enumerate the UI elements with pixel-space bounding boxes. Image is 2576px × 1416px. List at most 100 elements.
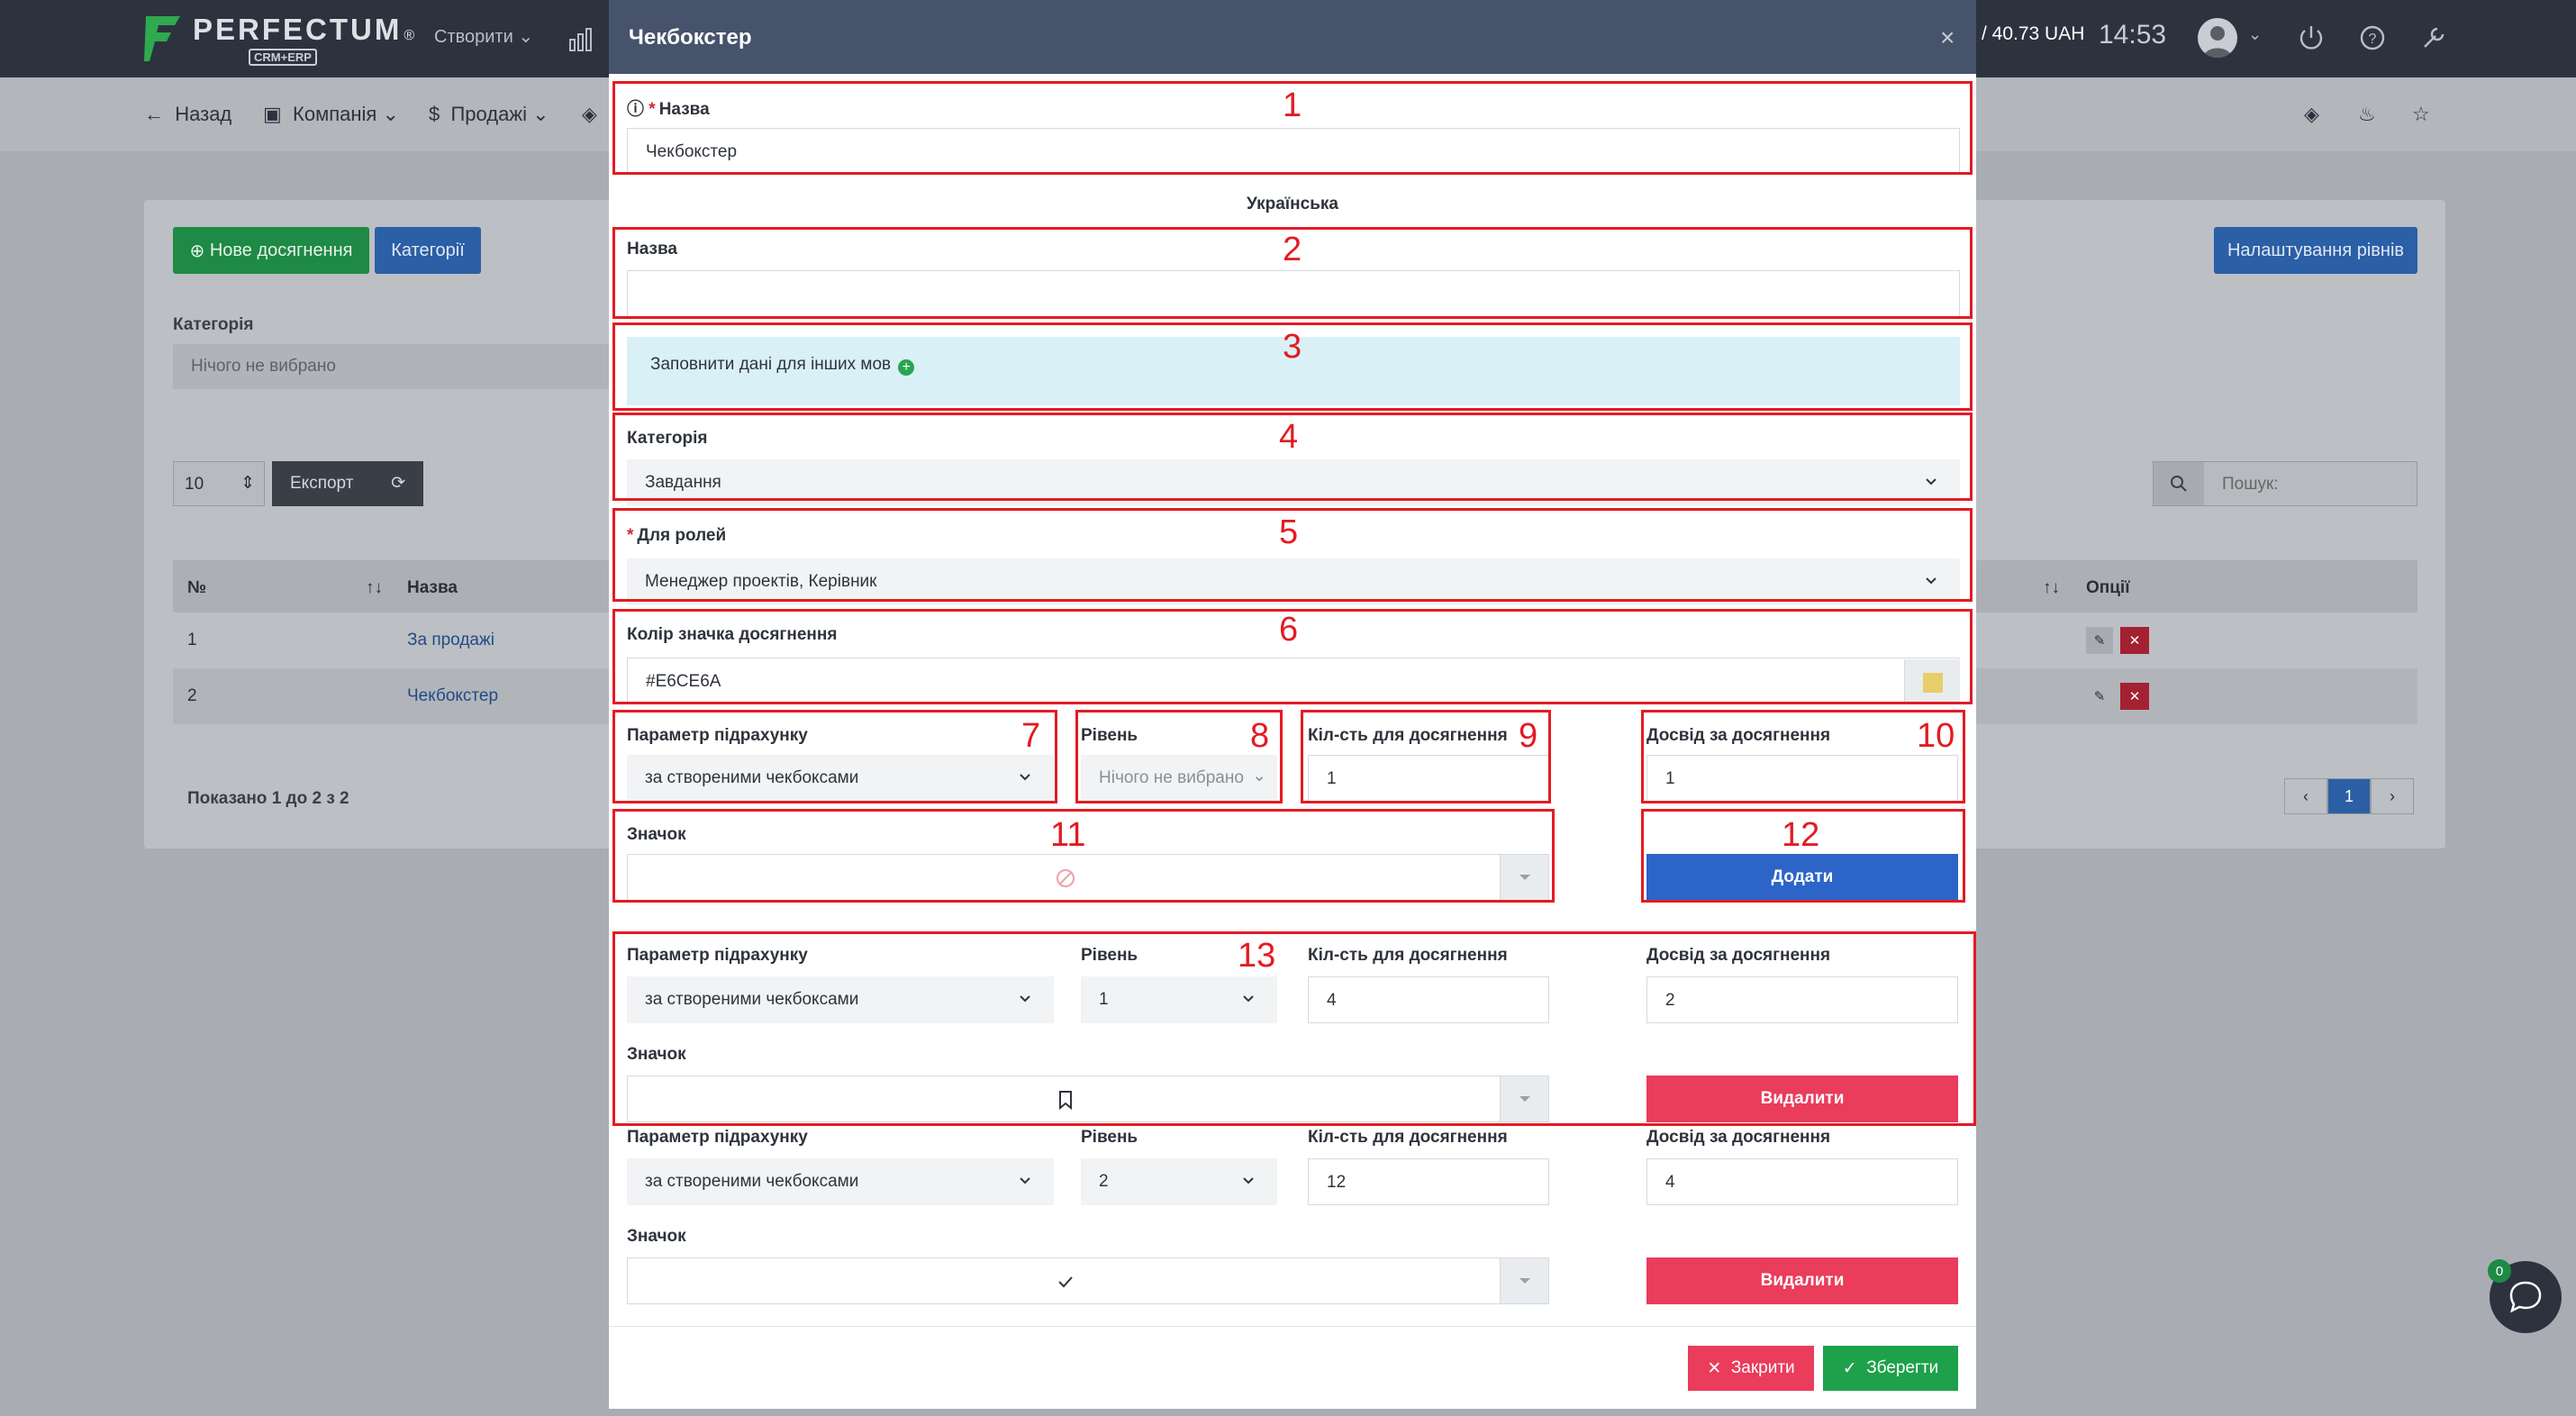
layers-icon[interactable]: ◈	[582, 103, 597, 126]
chat-badge: 0	[2488, 1259, 2511, 1283]
building-icon: ▣	[263, 103, 282, 125]
arrow-left-icon: ←	[144, 103, 164, 125]
layers-icon[interactable]: ◈	[2304, 103, 2319, 126]
edit-icon[interactable]: ✎	[2086, 683, 2113, 710]
annotation-box	[612, 931, 1976, 1126]
param-select[interactable]: за створеними чекбоксами	[627, 1158, 1054, 1205]
close-icon[interactable]: ×	[1940, 23, 1955, 52]
star-icon[interactable]: ☆	[2412, 103, 2430, 126]
levels-settings-button[interactable]: Налаштування рівнів	[2214, 227, 2417, 274]
count-input[interactable]: 12	[1308, 1158, 1549, 1205]
delete-icon[interactable]: ✕	[2120, 683, 2149, 710]
achievement-modal: Чекбокстер × ⓘ * Назва Чекбокстер Українс…	[609, 0, 1976, 1409]
chevron-down-icon	[1020, 1177, 1030, 1185]
annotation-box	[612, 710, 1057, 803]
chart-icon[interactable]	[567, 25, 594, 52]
level-label: Рівень	[1081, 1128, 1138, 1147]
sales-label: Продажі	[450, 103, 527, 125]
level-select[interactable]: 2	[1081, 1158, 1277, 1205]
col-name[interactable]: Назва	[407, 578, 458, 598]
xp-label: Досвід за досягнення	[1646, 1128, 1831, 1147]
logo[interactable]: PERFECTUM ® CRM+ERP	[144, 13, 414, 66]
fire-icon[interactable]: ♨	[2358, 103, 2376, 126]
logo-word: PERFECTUM	[193, 13, 403, 46]
category-filter-label: Категорія	[173, 315, 254, 334]
power-icon[interactable]	[2295, 22, 2327, 54]
categories-button[interactable]: Категорії	[375, 227, 481, 274]
annotation-number: 5	[1279, 513, 1299, 551]
modal-footer-divider	[609, 1326, 1976, 1327]
prev-page-button[interactable]: ‹	[2284, 778, 2327, 814]
sort-icon[interactable]: ↑↓	[2043, 578, 2060, 598]
language-heading: Українська	[1247, 195, 1338, 213]
logo-sub: CRM+ERP	[249, 49, 317, 66]
back-label: Назад	[175, 103, 232, 125]
search-icon	[2154, 462, 2204, 505]
balance: / 40.73 UAH	[1982, 23, 2085, 44]
check-icon: ✓	[1842, 1358, 1857, 1378]
create-label: Створити	[434, 27, 513, 47]
create-menu[interactable]: Створити ⌄	[434, 25, 533, 48]
annotation-number: 7	[1021, 717, 1041, 755]
annotation-number: 9	[1519, 717, 1538, 755]
sales-menu[interactable]: $ Продажі ⌄	[429, 103, 549, 126]
per-page-value: 10	[185, 475, 204, 494]
count-label: Кіл-сть для досягнення	[1308, 1128, 1508, 1147]
row-name-link[interactable]: За продажі	[407, 631, 494, 650]
save-button[interactable]: ✓ Зберегти	[1823, 1346, 1958, 1391]
annotation-number: 11	[1050, 816, 1086, 854]
icon-label: Значок	[627, 1227, 686, 1246]
param-label: Параметр підрахунку	[627, 1128, 808, 1147]
edit-icon[interactable]: ✎	[2086, 627, 2113, 654]
annotation-number: 3	[1283, 328, 1302, 366]
xp-input[interactable]: 4	[1646, 1158, 1958, 1205]
icon-select-arrow[interactable]	[1500, 1258, 1548, 1303]
search-box[interactable]: Пошук:	[2153, 461, 2417, 506]
per-page-select[interactable]: 10 ⇕	[173, 461, 265, 506]
company-menu[interactable]: ▣ Компанія ⌄	[263, 103, 399, 126]
svg-text:?: ?	[2369, 32, 2377, 47]
wrench-icon[interactable]	[2417, 22, 2450, 54]
export-label: Експорт	[290, 474, 354, 493]
export-button[interactable]: Експорт ⟳	[272, 461, 423, 506]
sort-icon[interactable]: ↑↓	[366, 578, 383, 598]
avatar[interactable]	[2198, 18, 2237, 58]
chevron-down-icon: ⌄	[518, 27, 534, 47]
shown-info: Показано 1 до 2 з 2	[187, 789, 349, 808]
chevron-down-icon	[1243, 1177, 1254, 1185]
chevron-down-icon: ⌄	[382, 103, 399, 125]
check-icon	[1058, 1276, 1073, 1288]
close-icon: ✕	[1707, 1358, 1722, 1378]
annotation-number: 4	[1279, 418, 1299, 456]
level-value: 2	[1099, 1172, 1109, 1191]
annotation-number: 12	[1782, 816, 1820, 854]
new-achievement-button[interactable]: ⊕ Нове досягнення	[173, 227, 369, 274]
save-label: Зберегти	[1866, 1358, 1939, 1377]
param-value: за створеними чекбоксами	[645, 1172, 859, 1191]
annotation-number: 10	[1917, 717, 1955, 755]
modal-header: Чекбокстер ×	[609, 0, 1976, 74]
logo-icon	[144, 16, 180, 61]
icon-select[interactable]	[627, 1257, 1549, 1304]
delete-level-button[interactable]: Видалити	[1646, 1257, 1958, 1304]
help-icon[interactable]: ?	[2356, 22, 2389, 54]
annotation-number: 6	[1279, 611, 1299, 649]
chevron-down-icon[interactable]: ⌄	[2248, 25, 2262, 44]
col-number[interactable]: №	[187, 578, 206, 598]
user-icon	[2203, 26, 2232, 58]
row-name-link[interactable]: Чекбокстер	[407, 686, 498, 706]
page-1-button[interactable]: 1	[2327, 778, 2371, 814]
next-page-button[interactable]: ›	[2371, 778, 2414, 814]
chevron-down-icon: ⌄	[532, 103, 549, 125]
search-input[interactable]: Пошук:	[2222, 475, 2279, 495]
row-number: 2	[187, 686, 197, 705]
new-achievement-label: Нове досягнення	[209, 240, 353, 260]
close-button[interactable]: ✕ Закрити	[1688, 1346, 1814, 1391]
refresh-icon[interactable]: ⟳	[391, 473, 405, 494]
row-number: 1	[187, 631, 197, 649]
modal-title: Чекбокстер	[629, 25, 752, 50]
back-link[interactable]: ← Назад	[144, 103, 231, 126]
delete-icon[interactable]: ✕	[2120, 627, 2149, 654]
category-filter-select[interactable]: Нічого не вибрано	[173, 344, 641, 389]
clock: 14:53	[2099, 20, 2167, 50]
